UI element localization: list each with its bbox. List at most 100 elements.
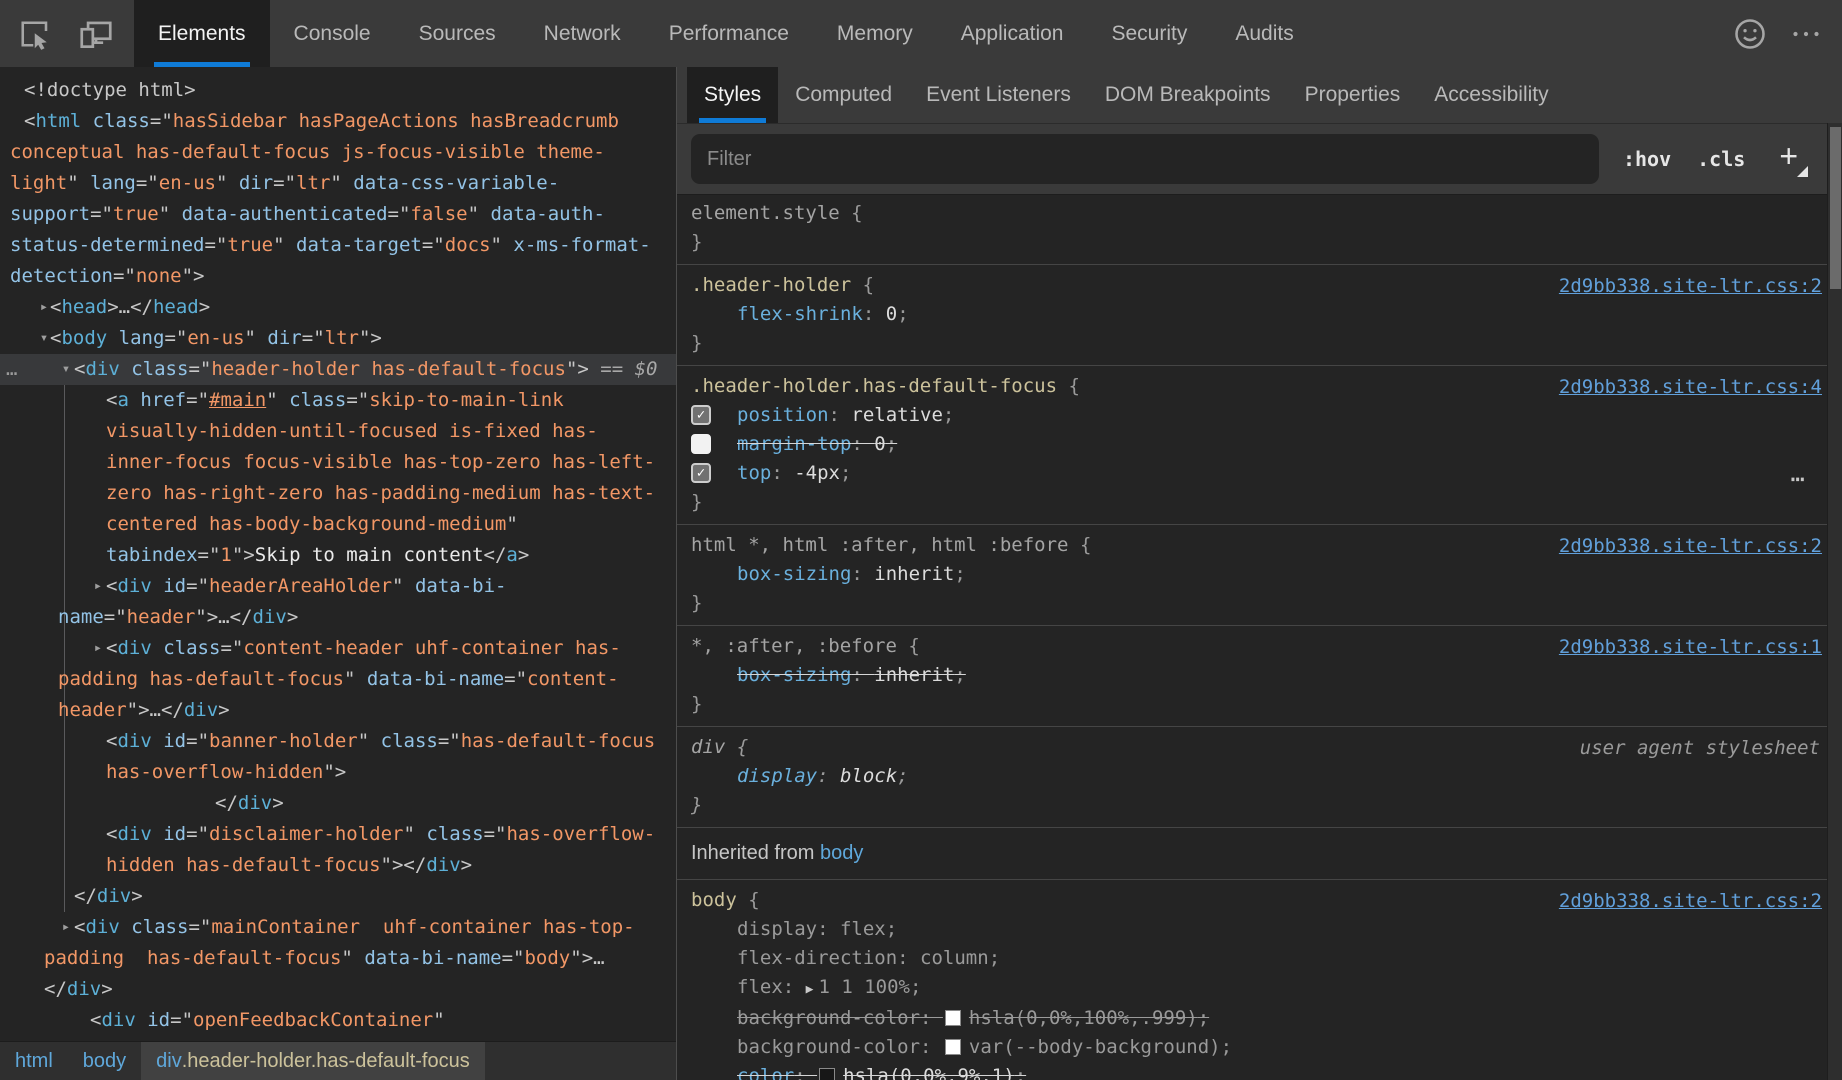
css-property-name[interactable]: box-sizing <box>737 563 851 585</box>
sidebar-tab-computed[interactable]: Computed <box>778 67 909 123</box>
more-actions-button[interactable]: ⋯ <box>1791 465 1808 494</box>
dom-tree-row[interactable]: ▸<div id="headerAreaHolder" data-bi-name… <box>0 571 676 633</box>
dom-tree-row[interactable]: ▸<div class="mainContainer uhf-container… <box>0 912 676 1005</box>
disclosure-triangle-icon[interactable]: ▾ <box>34 323 54 354</box>
scrollbar-thumb[interactable] <box>1830 127 1841 289</box>
css-property-name[interactable]: background-color <box>737 1036 920 1058</box>
css-property-line[interactable]: display: block; <box>691 762 1814 791</box>
dom-tree-row[interactable]: <html class="hasSidebar hasPageActions h… <box>0 106 676 292</box>
device-toolbar-icon[interactable] <box>76 14 116 54</box>
toolbar-tab-memory[interactable]: Memory <box>813 0 937 67</box>
disclosure-triangle-icon[interactable]: ▸ <box>88 633 108 664</box>
color-swatch[interactable] <box>945 1010 961 1026</box>
breadcrumb-item[interactable]: html <box>0 1042 68 1080</box>
toolbar-tab-performance[interactable]: Performance <box>645 0 813 67</box>
class-toggle-button[interactable]: .cls <box>1697 147 1745 171</box>
expand-shorthand-icon[interactable]: ▶ <box>806 982 814 997</box>
dom-tree-row[interactable]: ▾<body lang="en-us" dir="ltr"> <box>0 323 676 354</box>
css-property-checkbox[interactable]: ✓ <box>691 463 711 483</box>
sidebar-tab-properties[interactable]: Properties <box>1288 67 1418 123</box>
dom-tree-row[interactable]: <div id="disclaimer-holder" class="has-o… <box>0 819 676 881</box>
sidebar-tab-styles[interactable]: Styles <box>687 67 778 123</box>
css-resource-link[interactable]: 2d9bb338.site-ltr.css:2 <box>1559 272 1822 301</box>
css-property-value[interactable]: var(--body-background) <box>969 1036 1221 1058</box>
css-selector[interactable]: element.style <box>691 202 840 224</box>
css-property-line[interactable]: box-sizing: inherit; <box>691 560 1814 589</box>
css-property-name[interactable]: color <box>737 1065 794 1080</box>
css-property-value[interactable]: 1 1 100% <box>818 976 910 998</box>
dom-tree-row[interactable]: </div> <box>0 788 676 819</box>
css-property-line[interactable]: flex-shrink: 0; <box>691 300 1814 329</box>
css-property-value[interactable]: hsla(0,0%,9%,1) <box>843 1065 1015 1080</box>
css-selector[interactable]: body <box>691 889 737 911</box>
css-property-name[interactable]: top <box>737 462 771 484</box>
dom-tree-row[interactable]: ▸<head>…</head> <box>0 292 676 323</box>
css-property-line[interactable]: flex-direction: column; <box>691 944 1814 973</box>
toolbar-tab-audits[interactable]: Audits <box>1211 0 1317 67</box>
css-property-value[interactable]: -4px <box>794 462 840 484</box>
disclosure-triangle-icon[interactable]: ▸ <box>88 571 108 602</box>
css-property-line[interactable]: display: flex; <box>691 915 1814 944</box>
css-selector[interactable]: div <box>691 736 725 758</box>
dom-tree-row[interactable]: ▸<div class="content-header uhf-containe… <box>0 633 676 726</box>
feedback-smiley-icon[interactable] <box>1730 14 1770 54</box>
css-property-name[interactable]: margin-top <box>737 433 851 455</box>
more-menu-icon[interactable] <box>1786 14 1826 54</box>
new-style-rule-button[interactable]: + <box>1771 141 1806 177</box>
css-resource-link[interactable]: 2d9bb338.site-ltr.css:2 <box>1559 887 1822 916</box>
css-selector[interactable]: html *, html :after, html :before <box>691 534 1069 556</box>
color-swatch[interactable] <box>945 1039 961 1055</box>
css-property-line[interactable]: background-color: hsla(0,0%,100%,.999); <box>691 1004 1814 1033</box>
css-property-line[interactable]: margin-top: 0; <box>691 430 1814 459</box>
css-property-value[interactable]: column <box>920 947 989 969</box>
dom-tree-row[interactable]: <a href="#main" class="skip-to-main-link… <box>0 385 676 571</box>
css-property-name[interactable]: box-sizing <box>737 664 851 686</box>
css-property-value[interactable]: inherit <box>874 664 954 686</box>
css-property-line[interactable]: color: hsla(0,0%,9%,1); <box>691 1062 1814 1080</box>
sidebar-tab-dom-breakpoints[interactable]: DOM Breakpoints <box>1088 67 1288 123</box>
dom-tree-row[interactable]: <div id="banner-holder" class="has-defau… <box>0 726 676 788</box>
css-property-value[interactable]: inherit <box>874 563 954 585</box>
pseudo-state-button[interactable]: :hov <box>1623 147 1671 171</box>
css-property-name[interactable]: flex-shrink <box>737 303 863 325</box>
css-property-name[interactable]: flex <box>737 976 783 998</box>
dom-tree-row[interactable]: …▾<div class="header-holder has-default-… <box>0 354 676 385</box>
toolbar-tab-application[interactable]: Application <box>937 0 1088 67</box>
css-property-value[interactable]: relative <box>851 404 943 426</box>
css-property-name[interactable]: flex-direction <box>737 947 897 969</box>
css-selector[interactable]: .header-holder.has-default-focus <box>691 375 1057 397</box>
css-property-checkbox[interactable]: ✓ <box>691 405 711 425</box>
css-resource-link[interactable]: 2d9bb338.site-ltr.css:4 <box>1559 373 1822 402</box>
css-selector[interactable]: *, :after, :before <box>691 635 897 657</box>
disclosure-triangle-icon[interactable]: ▸ <box>34 292 54 323</box>
color-swatch[interactable] <box>819 1068 835 1080</box>
css-property-name[interactable]: display <box>737 765 817 787</box>
css-property-line[interactable]: ✓top: -4px; <box>691 459 1814 488</box>
css-property-value[interactable]: hsla(0,0%,100%,.999) <box>969 1007 1198 1029</box>
css-resource-link[interactable]: 2d9bb338.site-ltr.css:2 <box>1559 532 1822 561</box>
styles-filter-input[interactable] <box>691 134 1599 184</box>
css-property-line[interactable]: box-sizing: inherit; <box>691 661 1814 690</box>
css-selector[interactable]: .header-holder <box>691 274 851 296</box>
css-property-value[interactable]: 0 <box>886 303 897 325</box>
css-property-value[interactable]: flex <box>840 918 886 940</box>
toolbar-tab-security[interactable]: Security <box>1087 0 1211 67</box>
dom-tree-row[interactable]: </div> <box>0 881 676 912</box>
css-resource-link[interactable]: 2d9bb338.site-ltr.css:1 <box>1559 633 1822 662</box>
disclosure-triangle-icon[interactable]: ▾ <box>56 354 76 385</box>
toolbar-tab-elements[interactable]: Elements <box>134 0 270 67</box>
inherited-from-link[interactable]: body <box>820 842 863 864</box>
inspect-icon[interactable] <box>14 14 54 54</box>
css-property-name[interactable]: display <box>737 918 817 940</box>
css-property-line[interactable]: flex: ▶1 1 100%; <box>691 973 1814 1004</box>
css-property-line[interactable]: ✓position: relative; <box>691 401 1814 430</box>
sidebar-tab-accessibility[interactable]: Accessibility <box>1417 67 1565 123</box>
dom-tree-row[interactable]: <!doctype html> <box>0 75 676 106</box>
sidebar-tab-event-listeners[interactable]: Event Listeners <box>909 67 1088 123</box>
css-property-value[interactable]: block <box>840 765 897 787</box>
disclosure-triangle-icon[interactable]: ▸ <box>56 912 76 943</box>
breadcrumb-item[interactable]: div.header-holder.has-default-focus <box>141 1042 485 1080</box>
css-property-name[interactable]: background-color <box>737 1007 920 1029</box>
css-property-value[interactable]: 0 <box>874 433 885 455</box>
css-property-name[interactable]: position <box>737 404 829 426</box>
